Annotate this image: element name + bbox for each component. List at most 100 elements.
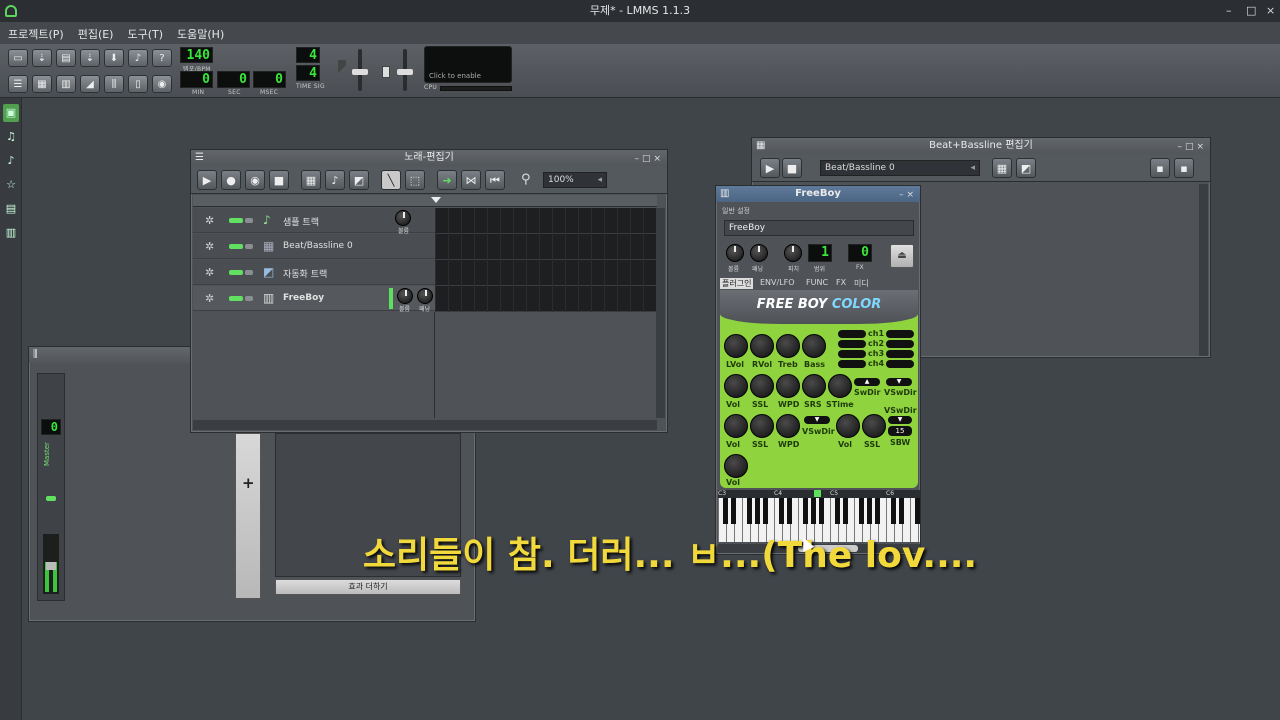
add-automation-track-icon[interactable]: ◩: [349, 170, 369, 190]
track-settings-icon[interactable]: ✲: [205, 292, 214, 305]
ch2-left-toggle[interactable]: [838, 340, 866, 348]
add-beat-track-icon[interactable]: ▦: [301, 170, 321, 190]
ch1-stime-knob[interactable]: [828, 374, 852, 398]
ch1-left-toggle[interactable]: [838, 330, 866, 338]
track-settings-icon[interactable]: ✲: [205, 214, 214, 227]
lvol-knob[interactable]: [724, 334, 748, 358]
ch1-wpd-knob[interactable]: [776, 374, 800, 398]
treble-knob[interactable]: [776, 334, 800, 358]
ch1-srs-knob[interactable]: [802, 374, 826, 398]
instrument-pan-knob[interactable]: [417, 288, 433, 304]
rvol-knob[interactable]: [750, 334, 774, 358]
loop-points-icon[interactable]: ⋈: [461, 170, 481, 190]
timesig-numerator[interactable]: 4: [296, 47, 320, 63]
maximize-button[interactable]: □: [1246, 0, 1256, 22]
ch2-vol-sweep-toggle[interactable]: ▼: [804, 416, 830, 424]
zoom-select[interactable]: 100% ◂: [543, 172, 607, 188]
track-solo-led[interactable]: [245, 244, 253, 249]
ch4-vol-sweep-toggle[interactable]: ▼: [888, 416, 912, 424]
track-row[interactable]: ✲ ▦ Beat/Bassline 0: [193, 234, 435, 259]
controller-rack-icon[interactable]: ◉: [152, 75, 172, 93]
instrument-volume-knob[interactable]: [397, 288, 413, 304]
tab-midi[interactable]: 미디: [854, 278, 869, 289]
bb-track-select[interactable]: Beat/Bassline 0 ◂: [820, 160, 980, 176]
record-while-playing-icon[interactable]: ◉: [245, 170, 265, 190]
bb-remove-steps-icon[interactable]: ▪: [1150, 158, 1170, 178]
tempo-display[interactable]: 140: [180, 47, 213, 63]
song-editor-vertical-scrollbar[interactable]: [656, 208, 665, 418]
my-home-icon[interactable]: ▤: [3, 200, 19, 218]
my-presets-icon[interactable]: ☆: [3, 176, 19, 194]
ch2-wpd-knob[interactable]: [776, 414, 800, 438]
cpu-graph[interactable]: Click to enable: [424, 46, 512, 83]
ch2-right-toggle[interactable]: [886, 340, 914, 348]
instrument-name-field[interactable]: FreeBoy: [724, 220, 914, 236]
my-samples-icon[interactable]: ♪: [3, 152, 19, 170]
play-song-icon[interactable]: ▶: [197, 170, 217, 190]
piano-roll-icon[interactable]: ▥: [56, 75, 76, 93]
my-projects-icon[interactable]: ♫: [3, 128, 19, 146]
freeboy-window-controls[interactable]: –×: [899, 187, 917, 203]
base-note-marker[interactable]: [814, 490, 821, 497]
timesig-denominator[interactable]: 4: [296, 65, 320, 81]
master-fader[interactable]: [46, 562, 56, 570]
track-settings-icon[interactable]: ✲: [205, 240, 214, 253]
shift-register-width-display[interactable]: 15: [888, 426, 912, 436]
ch1-vol-knob[interactable]: [724, 374, 748, 398]
add-channel-button[interactable]: +: [235, 433, 261, 599]
save-preset-icon[interactable]: ⏏: [890, 244, 914, 268]
piano-black-keys[interactable]: [718, 498, 920, 524]
bass-knob[interactable]: [802, 334, 826, 358]
tab-plugin[interactable]: 플러그인: [720, 278, 754, 289]
new-project-icon[interactable]: ▭: [8, 49, 28, 67]
stop-behaviour-icon[interactable]: ⏮: [485, 170, 505, 190]
ch4-left-toggle[interactable]: [838, 360, 866, 368]
edit-mode-icon[interactable]: ⬚: [405, 170, 425, 190]
song-editor-horizontal-scrollbar[interactable]: [193, 420, 657, 430]
new-from-template-icon[interactable]: ⇣: [32, 49, 52, 67]
minimize-button[interactable]: –: [1226, 0, 1232, 22]
save-project-icon[interactable]: ⬇: [104, 49, 124, 67]
master-channel[interactable]: 0 Master: [37, 373, 65, 601]
track-solo-led[interactable]: [245, 296, 253, 301]
record-icon[interactable]: ●: [221, 170, 241, 190]
track-row[interactable]: ✲ ♪ 샘플 트랙 볼륨: [193, 208, 435, 235]
close-button[interactable]: ×: [1266, 0, 1275, 22]
pitch-range-display[interactable]: 1: [808, 244, 832, 262]
song-pattern-grid[interactable]: [435, 208, 657, 312]
ch3-vol-knob[interactable]: [836, 414, 860, 438]
song-editor-window-controls[interactable]: –□×: [634, 151, 664, 167]
beat-bassline-editor-icon[interactable]: ▦: [32, 75, 52, 93]
vol-sweep-dir-toggle[interactable]: ▼: [886, 378, 912, 386]
ch1-ssl-knob[interactable]: [750, 374, 774, 398]
draw-mode-icon[interactable]: ╲: [381, 170, 401, 190]
project-notes-icon[interactable]: ▯: [128, 75, 148, 93]
bb-add-steps-icon[interactable]: ▪: [1174, 158, 1194, 178]
tab-env-lfo[interactable]: ENV/LFO: [760, 278, 795, 287]
menu-edit[interactable]: 편집(E): [70, 22, 120, 42]
menu-project[interactable]: 프로젝트(P): [0, 22, 70, 42]
tab-fx[interactable]: FX: [836, 278, 846, 287]
ch2-ssl-knob[interactable]: [750, 414, 774, 438]
track-mute-led[interactable]: [229, 244, 243, 249]
bb-stop-icon[interactable]: ■: [782, 158, 802, 178]
instrument-pan-knob[interactable]: [750, 244, 768, 262]
stop-song-icon[interactable]: ■: [269, 170, 289, 190]
track-row[interactable]: ✲ ▥ FreeBoy 볼륨 패닝: [193, 286, 435, 313]
bb-add-automation-icon[interactable]: ◩: [1016, 158, 1036, 178]
track-mute-led[interactable]: [229, 218, 243, 223]
sweep-dir-toggle[interactable]: ▲: [854, 378, 880, 386]
menu-help[interactable]: 도움말(H): [169, 22, 230, 42]
playhead-marker[interactable]: [431, 197, 441, 203]
fx-mixer-icon[interactable]: ⫼: [104, 75, 124, 93]
timeline-ruler[interactable]: [193, 195, 657, 207]
track-row[interactable]: ✲ ◩ 자동화 트랙: [193, 260, 435, 285]
fx-channel-display[interactable]: 0: [848, 244, 872, 262]
track-volume-knob[interactable]: [395, 210, 411, 226]
track-settings-icon[interactable]: ✲: [205, 266, 214, 279]
ch4-right-toggle[interactable]: [886, 360, 914, 368]
ch3-left-toggle[interactable]: [838, 350, 866, 358]
bb-play-icon[interactable]: ▶: [760, 158, 780, 178]
instrument-plugins-icon[interactable]: ▣: [3, 104, 19, 122]
master-volume-slider[interactable]: [352, 49, 368, 91]
